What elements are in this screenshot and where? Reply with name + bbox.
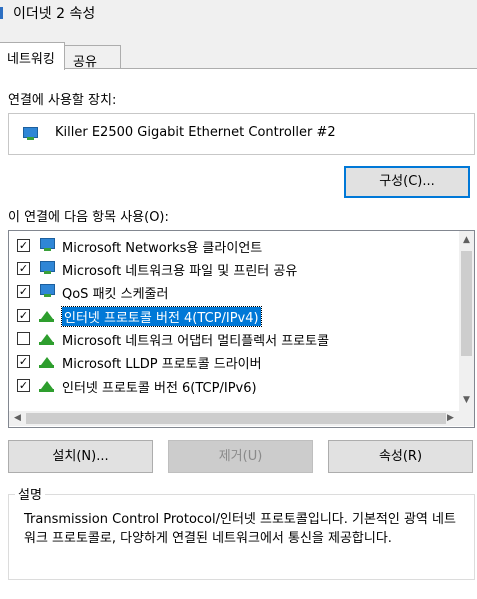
- list-item[interactable]: ✓ Microsoft Networks용 클라이언트: [9, 234, 449, 257]
- scroll-left-icon[interactable]: ◀: [10, 411, 25, 426]
- list-item[interactable]: ✓ Microsoft LLDP 프로토콜 드라이버: [9, 350, 449, 373]
- list-item-selected[interactable]: ✓ 인터넷 프로토콜 버전 4(TCP/IPv4): [9, 304, 449, 327]
- horizontal-scroll-thumb[interactable]: [26, 413, 446, 424]
- item-label: Microsoft 네트워크 어댑터 멀티플렉서 프로토콜: [62, 334, 330, 349]
- connect-using-label: 연결에 사용할 장치:: [8, 93, 117, 108]
- item-label: 인터넷 프로토콜 버전 4(TCP/IPv4): [61, 306, 262, 327]
- item-label: Microsoft LLDP 프로토콜 드라이버: [62, 357, 262, 372]
- network-adapter-icon: [21, 126, 39, 142]
- scroll-right-icon[interactable]: ▶: [443, 411, 458, 426]
- list-item[interactable]: Microsoft 네트워크 어댑터 멀티플렉서 프로토콜: [9, 327, 449, 350]
- description-text: Transmission Control Protocol/인터넷 프로토콜입니…: [24, 512, 456, 546]
- protocol-icon: [38, 377, 56, 393]
- item-checkbox[interactable]: ✓: [17, 309, 30, 322]
- item-label: QoS 패킷 스케줄러: [62, 287, 169, 302]
- protocol-icon: [38, 330, 56, 346]
- item-label: 인터넷 프로토콜 버전 6(TCP/IPv6): [62, 381, 257, 396]
- uninstall-button[interactable]: 제거(U): [168, 440, 313, 473]
- device-name: Killer E2500 Gigabit Ethernet Controller…: [55, 125, 336, 140]
- description-title: 설명: [15, 484, 45, 503]
- scroll-down-icon[interactable]: ▼: [459, 393, 474, 408]
- item-checkbox[interactable]: ✓: [17, 262, 30, 275]
- tab-networking-label: 네트워킹: [7, 52, 55, 67]
- item-checkbox[interactable]: ✓: [17, 355, 30, 368]
- network-service-icon: [38, 260, 56, 276]
- configure-button[interactable]: 구성(C)...: [344, 166, 470, 198]
- window-icon: [0, 7, 3, 19]
- item-checkbox[interactable]: ✓: [17, 239, 30, 252]
- list-item[interactable]: ✓ 인터넷 프로토콜 버전 6(TCP/IPv6): [9, 374, 449, 397]
- device-box: Killer E2500 Gigabit Ethernet Controller…: [8, 113, 475, 155]
- window-title: 이더넷 2 속성: [13, 6, 96, 22]
- list-item[interactable]: ✓ Microsoft 네트워크용 파일 및 프린터 공유: [9, 257, 449, 280]
- items-label: 이 연결에 다음 항목 사용(O):: [8, 210, 169, 225]
- tab-sharing[interactable]: 공유: [64, 45, 121, 70]
- vertical-scroll-thumb[interactable]: [461, 251, 472, 356]
- item-checkbox[interactable]: [17, 332, 30, 345]
- network-client-icon: [38, 237, 56, 253]
- items-list: ✓ Microsoft Networks용 클라이언트 ✓ Microsoft …: [8, 230, 475, 428]
- scroll-up-icon[interactable]: ▲: [459, 233, 474, 248]
- scroll-corner: [459, 411, 474, 426]
- item-label: Microsoft 네트워크용 파일 및 프린터 공유: [62, 264, 298, 279]
- tab-networking[interactable]: 네트워킹: [0, 42, 65, 70]
- item-checkbox[interactable]: ✓: [17, 285, 30, 298]
- item-label: Microsoft Networks용 클라이언트: [62, 241, 263, 256]
- protocol-icon: [38, 307, 56, 323]
- item-checkbox[interactable]: ✓: [17, 379, 30, 392]
- protocol-icon: [38, 353, 56, 369]
- install-button[interactable]: 설치(N)...: [8, 440, 153, 473]
- list-item[interactable]: ✓ QoS 패킷 스케줄러: [9, 280, 449, 303]
- network-service-icon: [38, 283, 56, 299]
- properties-button[interactable]: 속성(R): [328, 440, 473, 473]
